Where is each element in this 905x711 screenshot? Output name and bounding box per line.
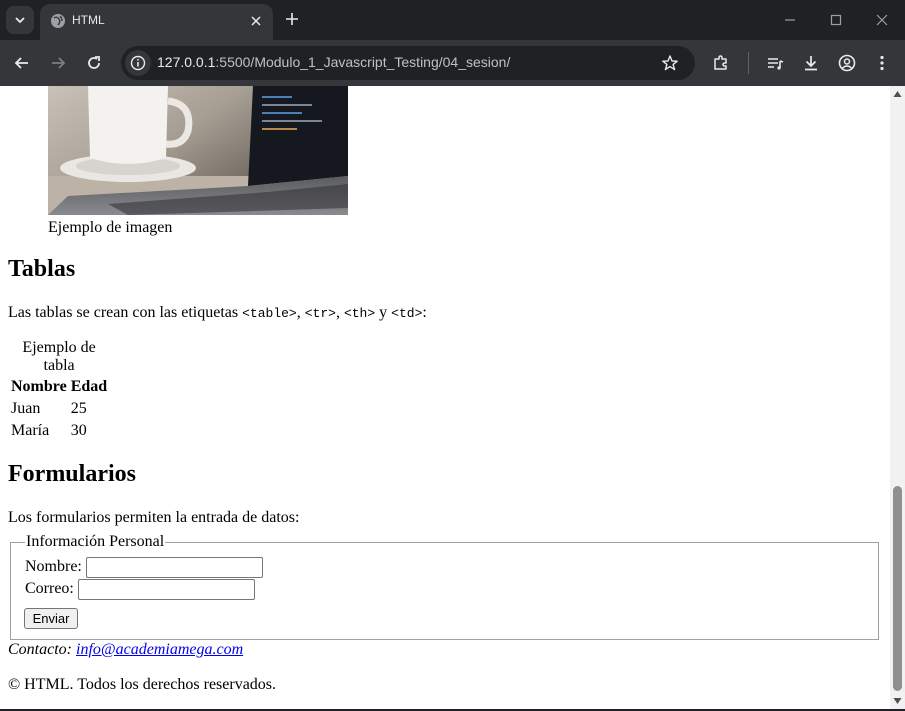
close-icon[interactable] <box>248 13 264 29</box>
profile-avatar-icon[interactable] <box>837 53 857 73</box>
example-image <box>48 86 348 215</box>
window-close-icon[interactable] <box>872 10 892 30</box>
contact-email-link[interactable]: info@academiamega.com <box>76 641 243 658</box>
personal-info-fieldset: Información Personal Nombre: Correo: Env… <box>10 533 879 640</box>
name-row: Nombre: <box>25 557 263 578</box>
contact-line: Contacto: info@academiamega.com <box>8 641 243 659</box>
example-table-wrapper: Ejemplo de tabla Nombre Edad Juan 25 Mar… <box>8 339 110 443</box>
new-tab-plus-icon[interactable] <box>283 10 301 28</box>
name-input[interactable] <box>85 557 263 578</box>
tab-search-button[interactable] <box>6 6 34 34</box>
table-row: María 30 <box>10 421 108 441</box>
tables-intro-sep: y <box>375 304 392 321</box>
page-scrollbar[interactable] <box>890 86 905 709</box>
email-label: Correo: <box>25 580 74 598</box>
tables-intro-sep: , <box>335 304 344 321</box>
kebab-menu-icon[interactable] <box>872 53 892 73</box>
media-queue-icon[interactable] <box>765 53 785 73</box>
table-row: Juan 25 <box>10 399 108 419</box>
maximize-icon[interactable] <box>826 10 846 30</box>
image-caption: Ejemplo de imagen <box>48 219 173 236</box>
url-text: 127.0.0.1:5500/Modulo_1_Javascript_Testi… <box>157 54 510 70</box>
table-cell: María <box>11 422 50 439</box>
tab-html[interactable]: HTML <box>40 4 273 40</box>
bookmark-star-icon[interactable] <box>661 54 679 72</box>
table-cell: Juan <box>11 400 41 417</box>
tables-intro-suffix: : <box>422 304 427 321</box>
page-footer: © HTML. Todos los derechos reservados. <box>8 676 277 693</box>
table-cell: 25 <box>70 400 87 417</box>
download-icon[interactable] <box>801 53 821 73</box>
page-viewport: Ejemplo de imagen Tablas Las tablas se c… <box>0 86 890 709</box>
code-table-tag: <table> <box>242 306 297 321</box>
scroll-down-arrow-icon[interactable] <box>893 697 902 705</box>
code-th-tag: <th> <box>343 306 376 321</box>
email-row: Correo: <box>25 579 255 600</box>
table-header-row: Nombre Edad <box>10 377 108 397</box>
info-icon <box>130 55 146 71</box>
contact-label: Contacto: <box>8 641 72 658</box>
tab-strip: HTML <box>0 0 905 40</box>
scroll-up-arrow-icon[interactable] <box>893 90 902 98</box>
scroll-thumb[interactable] <box>893 486 902 691</box>
tables-intro-text: Las tablas se crean con las etiquetas <box>8 304 243 321</box>
back-arrow-icon[interactable] <box>12 53 32 73</box>
toolbar-separator <box>748 52 749 74</box>
code-td-tag: <td> <box>391 306 423 321</box>
tables-intro: Las tablas se crean con las etiquetas <t… <box>8 304 427 322</box>
globe-icon <box>51 14 65 28</box>
example-table: Ejemplo de tabla Nombre Edad Juan 25 Mar… <box>8 339 110 443</box>
chevron-down-icon <box>15 17 25 24</box>
browser-toolbar: 127.0.0.1:5500/Modulo_1_Javascript_Testi… <box>0 40 905 86</box>
reload-icon[interactable] <box>84 53 104 73</box>
table-header-cell: Edad <box>70 378 108 395</box>
forms-intro: Los formularios permiten la entrada de d… <box>8 509 300 526</box>
table-caption: Ejemplo de tabla <box>22 339 96 374</box>
name-label: Nombre: <box>25 558 82 576</box>
forward-arrow-icon[interactable] <box>48 53 68 73</box>
address-bar[interactable]: 127.0.0.1:5500/Modulo_1_Javascript_Testi… <box>121 46 695 80</box>
code-tr-tag: <tr> <box>304 306 336 321</box>
table-header-cell: Nombre <box>11 378 67 395</box>
table-cell: 30 <box>70 422 87 439</box>
extensions-puzzle-icon[interactable] <box>711 53 731 73</box>
email-input[interactable] <box>77 579 255 600</box>
tables-intro-sep: , <box>296 304 305 321</box>
submit-button[interactable]: Enviar <box>24 608 78 629</box>
fieldset-legend: Información Personal <box>25 533 166 551</box>
forms-heading: Formularios <box>8 461 136 487</box>
tables-heading: Tablas <box>8 256 76 282</box>
minimize-icon[interactable] <box>780 10 800 30</box>
tab-title: HTML <box>72 13 105 27</box>
site-info-button[interactable] <box>125 50 151 76</box>
url-host: 127.0.0.1 <box>157 54 216 70</box>
url-path: :5500/Modulo_1_Javascript_Testing/04_ses… <box>215 54 511 70</box>
